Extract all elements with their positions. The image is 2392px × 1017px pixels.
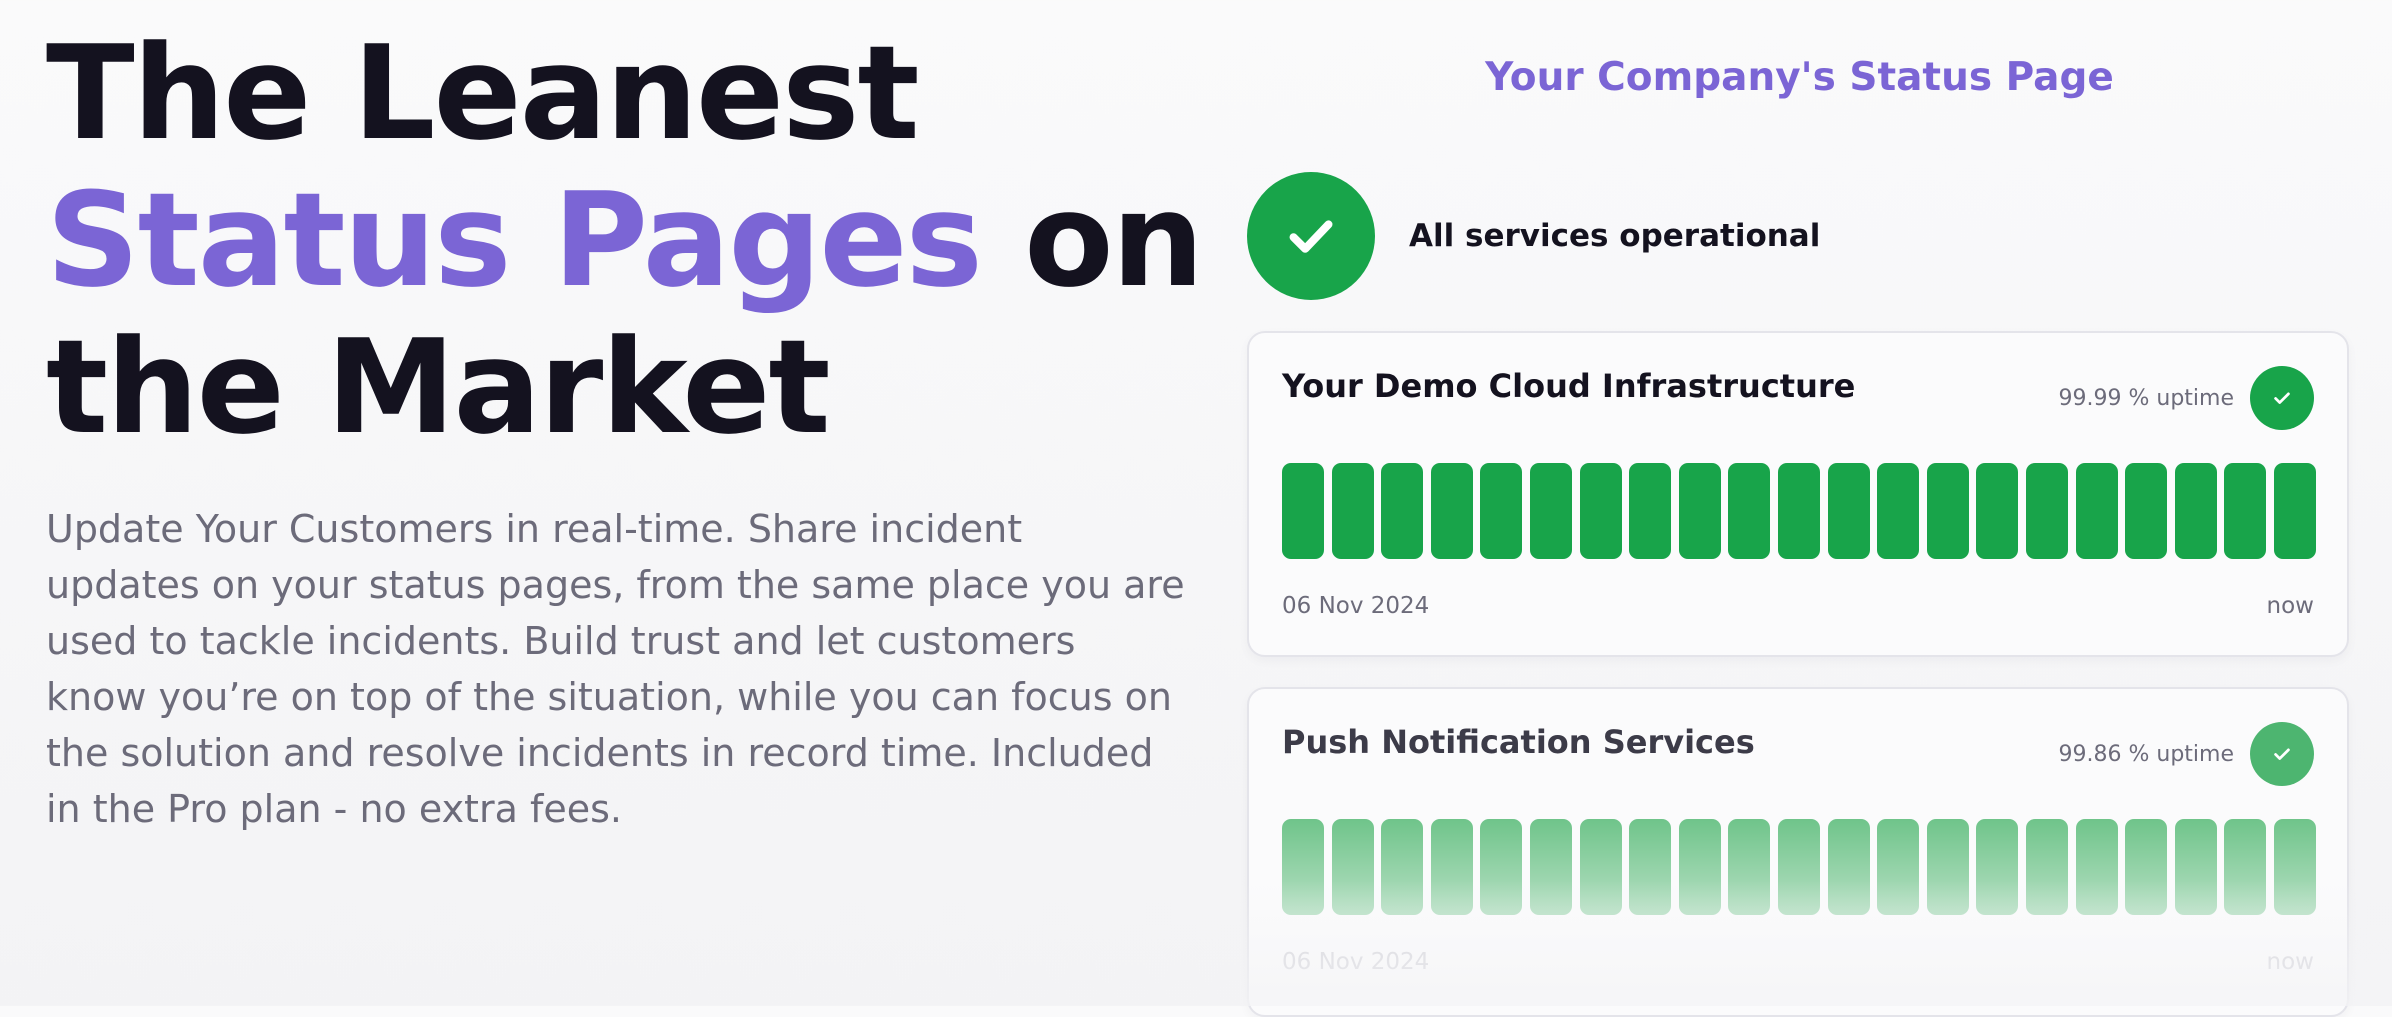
uptime-percentage: 99.99 % uptime (2058, 385, 2234, 411)
service-uptime: 99.86 % uptime (2059, 722, 2314, 786)
uptime-bar[interactable] (1678, 463, 1721, 559)
uptime-bar[interactable] (1777, 463, 1820, 559)
uptime-bar[interactable] (1579, 819, 1622, 915)
uptime-bar[interactable] (1777, 819, 1820, 915)
service-card-demo-cloud: Your Demo Cloud Infrastructure 99.99 % u… (1247, 331, 2349, 657)
timeline-end-label: now (2266, 593, 2314, 619)
hero-title-line-3: the Market (46, 311, 831, 463)
uptime-bar[interactable] (1728, 819, 1771, 915)
uptime-bar[interactable] (1728, 463, 1771, 559)
hero-title: The Leanest Status Pages on the Market (46, 17, 1204, 463)
uptime-bar[interactable] (1529, 463, 1572, 559)
uptime-bar[interactable] (1976, 819, 2019, 915)
uptime-bar[interactable] (1579, 463, 1622, 559)
service-uptime: 99.99 % uptime (2059, 366, 2314, 430)
uptime-bar[interactable] (1976, 463, 2019, 559)
uptime-bar[interactable] (2075, 463, 2118, 559)
uptime-bar[interactable] (1529, 819, 1572, 915)
uptime-bar[interactable] (1629, 819, 1672, 915)
service-card-push-notifications: Push Notification Services 99.86 % uptim… (1247, 687, 2349, 1017)
uptime-bar[interactable] (2025, 819, 2068, 915)
uptime-bar[interactable] (2125, 819, 2168, 915)
uptime-bar[interactable] (1430, 463, 1473, 559)
uptime-bar[interactable] (1827, 819, 1870, 915)
uptime-bar[interactable] (2273, 819, 2316, 915)
hero-title-line-2-rest: on (1024, 164, 1204, 316)
service-check-icon (2250, 722, 2314, 786)
service-name: Your Demo Cloud Infrastructure (1282, 367, 1856, 405)
uptime-bar[interactable] (1331, 463, 1374, 559)
uptime-bar[interactable] (2174, 819, 2217, 915)
service-check-icon (2250, 366, 2314, 430)
status-page-preview: Your Company's Status Page All services … (1247, 0, 2352, 1017)
uptime-bar[interactable] (2224, 463, 2267, 559)
uptime-bar[interactable] (1926, 463, 1969, 559)
uptime-bar[interactable] (1877, 819, 1920, 915)
overall-status: All services operational (1247, 172, 1820, 300)
uptime-bar[interactable] (1381, 463, 1424, 559)
uptime-bar[interactable] (2075, 819, 2118, 915)
uptime-bar[interactable] (1282, 463, 1324, 559)
timeline-start-date: 06 Nov 2024 (1282, 949, 1430, 975)
uptime-bar[interactable] (1331, 819, 1374, 915)
uptime-bar[interactable] (1430, 819, 1473, 915)
overall-status-label: All services operational (1409, 218, 1821, 254)
uptime-bar[interactable] (1678, 819, 1721, 915)
uptime-bar[interactable] (2273, 463, 2316, 559)
hero-title-line-2: Status Pages on (46, 164, 1204, 316)
uptime-bar[interactable] (2174, 463, 2217, 559)
uptime-bar[interactable] (1629, 463, 1672, 559)
timeline-end-label: now (2266, 949, 2314, 975)
overall-status-check-icon (1247, 172, 1375, 300)
status-page-heading: Your Company's Status Page (1485, 55, 2114, 100)
uptime-bar[interactable] (1827, 463, 1870, 559)
uptime-bar[interactable] (2025, 463, 2068, 559)
uptime-bar[interactable] (1877, 463, 1920, 559)
hero-title-accent: Status Pages (46, 164, 983, 316)
uptime-bar[interactable] (1480, 819, 1523, 915)
uptime-bar[interactable] (1480, 463, 1523, 559)
service-name: Push Notification Services (1282, 723, 1755, 761)
uptime-bars (1282, 463, 2316, 559)
uptime-bar[interactable] (1282, 819, 1324, 915)
hero-title-line-1: The Leanest (46, 17, 920, 169)
uptime-percentage: 99.86 % uptime (2058, 741, 2234, 767)
uptime-bars (1282, 819, 2316, 915)
uptime-bar[interactable] (1381, 819, 1424, 915)
uptime-bar[interactable] (2125, 463, 2168, 559)
hero-description: Update Your Customers in real-time. Shar… (46, 507, 1185, 831)
hero-section: The Leanest Status Pages on the Market U… (46, 17, 1204, 837)
uptime-bar[interactable] (2224, 819, 2267, 915)
timeline-start-date: 06 Nov 2024 (1282, 593, 1430, 619)
uptime-bar[interactable] (1926, 819, 1969, 915)
